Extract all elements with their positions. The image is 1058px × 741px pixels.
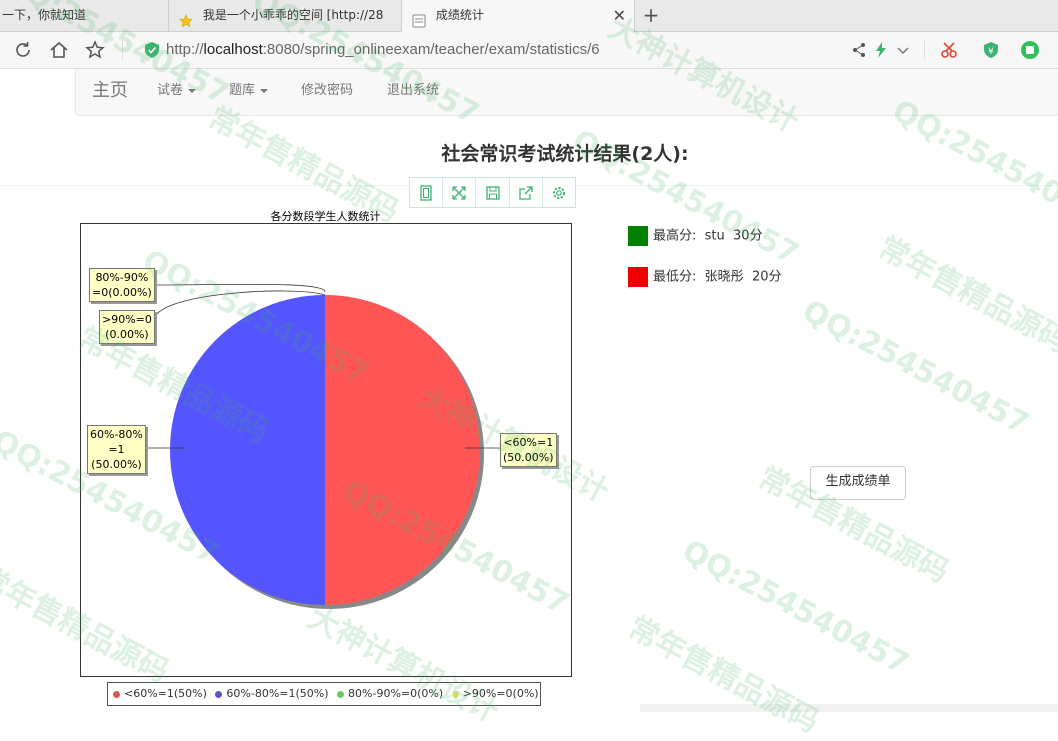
highest-label: 最高分: xyxy=(653,228,697,244)
chevron-down-icon[interactable] xyxy=(894,41,912,59)
expand-icon[interactable] xyxy=(443,178,477,207)
lowest-label: 最低分: xyxy=(653,269,697,285)
watermark: QQ:254540457 xyxy=(796,293,1035,442)
nav-item-question-bank[interactable]: 题库 xyxy=(229,69,269,113)
generate-report-button[interactable]: 生成成绩单 xyxy=(810,466,906,500)
lightning-icon[interactable] xyxy=(872,41,890,59)
legend-item[interactable]: 60%-80%=1(50%) xyxy=(215,683,329,705)
lowest-score: 20分 xyxy=(751,269,782,285)
tab-label: 成绩统计 xyxy=(435,8,484,22)
watermark: QQ:254540457 xyxy=(676,533,915,682)
legend-item[interactable]: <60%=1(50%) xyxy=(113,683,207,705)
nav-item-logout[interactable]: 退出系统 xyxy=(387,69,439,113)
data-view-icon[interactable] xyxy=(410,178,444,207)
site-navbar: 主页 试卷 题库 修改密码 退出系统 xyxy=(75,69,1058,116)
legend-dot xyxy=(337,690,345,698)
legend-item[interactable]: 80%-90%=0(0%) xyxy=(337,683,443,705)
highest-student: stu xyxy=(704,228,725,244)
legend-label: 80%-90%=0(0%) xyxy=(348,687,444,700)
chart-toolbox xyxy=(409,177,576,208)
browser-tab-1[interactable]: 一下，你就知道 xyxy=(0,0,169,31)
legend-dot xyxy=(215,690,223,698)
browser-tab-2[interactable]: 我是一个小乖乖的空间 [http://28 xyxy=(169,0,402,31)
highest-score: 30分 xyxy=(733,228,763,244)
caret-down-icon xyxy=(188,88,197,93)
highest-swatch xyxy=(628,226,648,246)
watermark: 常年售精品源码 xyxy=(622,610,825,740)
home-icon[interactable] xyxy=(48,39,70,61)
nav-item-exam-papers[interactable]: 试卷 xyxy=(157,69,197,113)
save-image-icon[interactable] xyxy=(476,178,510,207)
chart-title: 各分数段学生人数统计 xyxy=(270,210,381,223)
legend-item[interactable]: >90%=0(0%) xyxy=(451,683,539,705)
page-title: 社会常识考试统计结果(2人): xyxy=(441,143,689,165)
nav-item-change-password[interactable]: 修改密码 xyxy=(301,69,353,113)
watermark: 常年售精品源码 xyxy=(872,230,1058,360)
caret-down-icon xyxy=(260,88,269,93)
bookmark-star-icon[interactable] xyxy=(84,39,106,61)
gear-icon[interactable] xyxy=(543,178,575,207)
tab-label: 一下，你就知道 xyxy=(2,8,87,22)
star-favicon-icon xyxy=(179,9,193,27)
tab-label: 我是一个小乖乖的空间 [http://28 xyxy=(202,8,384,22)
nav-item-label: 试卷 xyxy=(157,83,184,98)
browser-tab-bar: 一下，你就知道 我是一个小乖乖的空间 [http://28 成绩统计 ✕ + xyxy=(0,0,1058,32)
shield-icon xyxy=(144,41,160,59)
page-favicon-icon xyxy=(412,9,426,27)
url-host: localhost xyxy=(203,41,263,58)
url-field[interactable]: http://localhost:8080/spring_onlineexam/… xyxy=(166,32,600,68)
nav-brand-home[interactable]: 主页 xyxy=(92,69,128,113)
scissors-icon[interactable] xyxy=(940,41,958,59)
status-strip xyxy=(640,704,1058,712)
lowest-score-row: 最低分: 张晓彤 20分 xyxy=(628,267,781,288)
address-bar: http://localhost:8080/spring_onlineexam/… xyxy=(0,32,1058,69)
close-tab-icon[interactable]: ✕ xyxy=(613,0,626,31)
share-icon[interactable] xyxy=(850,41,868,59)
legend-dot xyxy=(451,690,459,698)
url-prefix: http:// xyxy=(166,41,204,58)
legend-dot xyxy=(113,690,120,698)
lowest-student: 张晓彤 xyxy=(704,269,744,285)
slice-label-80-90: 80%-90% =0(0.00%) xyxy=(89,268,155,302)
legend-label: >90%=0(0%) xyxy=(462,687,539,700)
browser-tab-active[interactable]: 成绩统计 ✕ xyxy=(402,0,635,32)
extension-icon[interactable] xyxy=(1020,40,1040,60)
export-icon[interactable] xyxy=(510,178,543,207)
new-tab-button[interactable]: + xyxy=(640,0,662,31)
pie-slice-0[interactable] xyxy=(325,295,480,605)
divider xyxy=(122,40,123,60)
slice-label-60-80: 60%-80% =1 (50.00%) xyxy=(87,425,146,474)
chart-legend: <60%=1(50%) 60%-80%=1(50%) 80%-90%=0(0%)… xyxy=(107,682,541,706)
leader-80-90 xyxy=(151,283,326,293)
refresh-icon[interactable] xyxy=(12,39,34,61)
highest-score-row: 最高分: stu 30分 xyxy=(628,226,763,247)
url-path: :8080/spring_onlineexam/teacher/exam/sta… xyxy=(262,41,600,58)
lowest-swatch xyxy=(628,267,648,287)
legend-label: <60%=1(50%) xyxy=(124,687,207,700)
nav-item-label: 题库 xyxy=(229,83,256,98)
slice-label-below-60: <60%=1 (50.00%) xyxy=(500,433,557,467)
slice-label-above-90: >90%=0 (0.00%) xyxy=(99,310,155,344)
legend-label: 60%-80%=1(50%) xyxy=(226,687,329,700)
pie-slice-1[interactable] xyxy=(170,295,325,605)
divider xyxy=(924,41,925,59)
svg-text:¥: ¥ xyxy=(988,47,994,57)
wallet-shield-icon[interactable]: ¥ xyxy=(982,41,1000,59)
